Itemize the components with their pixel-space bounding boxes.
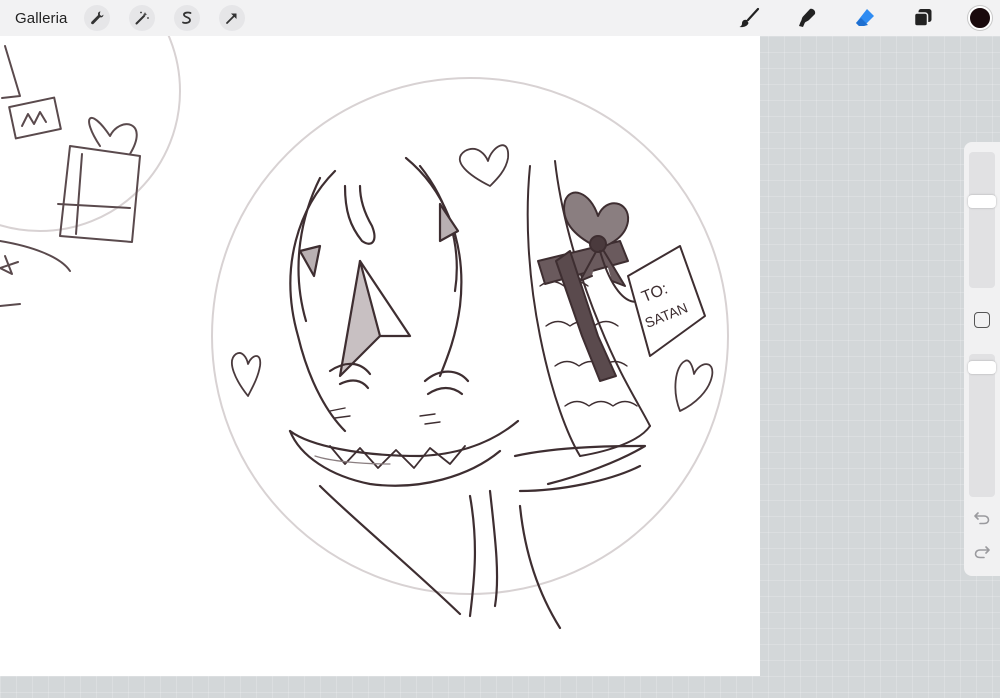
drawing-canvas[interactable]: TO: SATAN <box>0 36 760 676</box>
undo-icon <box>974 512 990 525</box>
smudge-tool-button[interactable] <box>794 5 820 31</box>
eraser-tool-button[interactable] <box>852 5 878 31</box>
sketch-gift <box>526 160 651 457</box>
actions-button[interactable] <box>83 5 110 31</box>
color-picker-button[interactable] <box>968 6 992 30</box>
modify-button[interactable] <box>974 312 990 328</box>
wrench-icon <box>90 11 103 25</box>
magic-wand-icon <box>135 11 149 25</box>
smudge-icon <box>799 8 816 27</box>
transform-button[interactable] <box>218 5 245 31</box>
layers-icon <box>913 9 932 27</box>
side-toolbar <box>964 142 1000 576</box>
opacity-slider[interactable] <box>968 354 996 497</box>
adjustments-button[interactable] <box>128 5 155 31</box>
brush-size-knob[interactable] <box>968 195 996 208</box>
sketch-left-partial <box>0 45 141 307</box>
transform-arrow-icon <box>225 13 236 24</box>
top-toolbar: Galleria <box>0 0 1000 36</box>
brush-size-slider[interactable] <box>968 152 996 288</box>
eraser-icon <box>856 9 874 26</box>
actions-group <box>83 5 245 31</box>
redo-button[interactable] <box>972 543 992 561</box>
selection-button[interactable] <box>173 5 200 31</box>
brush-tool-button[interactable] <box>736 5 762 31</box>
layers-button[interactable] <box>910 5 936 31</box>
selection-icon <box>181 11 191 24</box>
guide-circle-left <box>0 36 181 232</box>
undo-button[interactable] <box>972 509 992 527</box>
brush-icon <box>739 7 760 28</box>
sketch-artwork: TO: SATAN <box>0 36 729 630</box>
tools-group <box>736 0 992 36</box>
opacity-knob[interactable] <box>968 361 996 374</box>
sketch-tag <box>627 245 706 357</box>
redo-icon <box>974 546 990 559</box>
gallery-button[interactable]: Galleria <box>15 10 68 27</box>
